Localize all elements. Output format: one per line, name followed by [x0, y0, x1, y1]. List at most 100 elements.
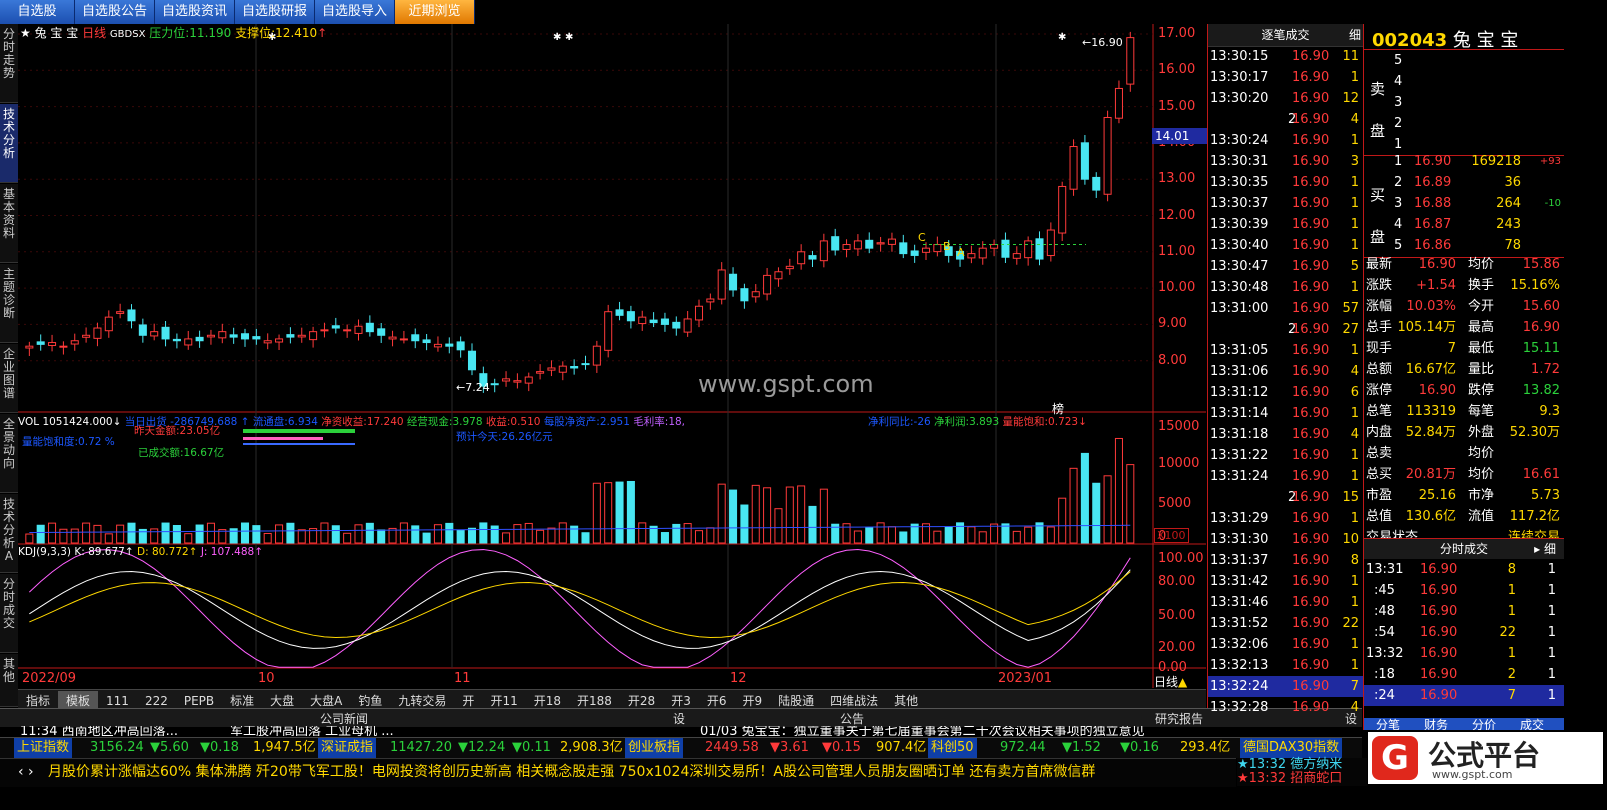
top-tab-3[interactable]: 自选股研报: [235, 0, 315, 24]
trade-row[interactable]: 13:31:22 16.90 1: [1208, 445, 1363, 466]
indicator-tab-8[interactable]: 钓鱼: [350, 691, 390, 709]
side-tab-3[interactable]: 主题诊断: [0, 264, 18, 343]
tab-research[interactable]: 研究报告: [1155, 710, 1203, 727]
trade-row[interactable]: 13:31:37 16.90 8: [1208, 550, 1363, 571]
side-tab-7[interactable]: 分时成交: [0, 574, 18, 653]
trade-row[interactable]: 2 16.90 15: [1208, 487, 1363, 508]
indicator-tab-18[interactable]: 陆股通: [770, 691, 822, 709]
minute-trade-row[interactable]: :18 16.90 2 1: [1364, 664, 1564, 685]
buy-row[interactable]: 4 16.87 243: [1386, 214, 1561, 235]
trade-row[interactable]: 13:31:24 16.90 1: [1208, 466, 1363, 487]
indicator-tab-14[interactable]: 开28: [620, 691, 663, 709]
trade-row[interactable]: 13:31:42 16.90 1: [1208, 571, 1363, 592]
indicator-tab-1[interactable]: 模板: [58, 691, 99, 709]
trade-row[interactable]: 13:32:13 16.90 1: [1208, 655, 1363, 676]
indicator-tab-19[interactable]: 四维战法: [822, 691, 886, 709]
minute-trade-row[interactable]: :24 16.90 7 1: [1364, 685, 1564, 706]
trade-list[interactable]: 13:30:15 16.90 11 13:30:17 16.90 1 13:30…: [1208, 46, 1363, 718]
right-tab-0[interactable]: 分笔: [1364, 718, 1412, 730]
trade-row[interactable]: 13:31:52 16.90 22: [1208, 613, 1363, 634]
side-tab-6[interactable]: 技术分析A: [0, 494, 18, 573]
index-dax-name[interactable]: 德国DAX30指数: [1240, 738, 1343, 758]
trade-row[interactable]: 13:30:39 16.90 1: [1208, 214, 1363, 235]
tab-company-news[interactable]: 公司新闻: [320, 710, 368, 727]
trade-row[interactable]: 13:31:06 16.90 4: [1208, 361, 1363, 382]
news-item-2[interactable]: 军工股冲高回落 工业母机 ...: [230, 726, 394, 736]
indicator-tab-4[interactable]: PEPB: [176, 691, 222, 709]
right-tab-3[interactable]: 成交: [1508, 718, 1556, 730]
trade-row[interactable]: 13:31:30 16.90 10: [1208, 529, 1363, 550]
chart-area[interactable]: ✱ ✱ ✱ ✱ ★ 兔 宝 宝 日线 GBDSX 压力位:11.190 支撑位:12.…: [18, 24, 1207, 690]
trade-row[interactable]: 2 16.90 27: [1208, 319, 1363, 340]
trade-row[interactable]: 13:32:06 16.90 1: [1208, 634, 1363, 655]
side-tab-8[interactable]: 其他: [0, 654, 18, 707]
ticker-text[interactable]: 月股价累计涨幅达60% 集体沸腾 歼20带飞军工股！电网投资将创历史新高 相关概…: [48, 759, 1095, 785]
ticker-arrows-icon[interactable]: ‹ ›: [18, 759, 34, 785]
buy-row[interactable]: 3 16.88 264 -10: [1386, 193, 1561, 214]
buy-row[interactable]: 1 16.90 169218 +93: [1386, 151, 1561, 172]
indicator-tab-7[interactable]: 大盘A: [302, 691, 350, 709]
trade-row[interactable]: 13:30:24 16.90 1: [1208, 130, 1363, 151]
top-tab-0[interactable]: 自选股: [0, 0, 75, 24]
news-settings-button[interactable]: 设: [673, 710, 685, 727]
news-item-3[interactable]: 01/03 兔宝宝：独立董事关于第七届董事会第二十次会议相关事项的独立意见: [700, 726, 1145, 736]
trade-row[interactable]: 13:32:24 16.90 7: [1208, 676, 1363, 697]
sell-row[interactable]: 2: [1386, 113, 1561, 134]
minute-trade-row[interactable]: :45 16.90 1 1: [1364, 580, 1564, 601]
trade-row[interactable]: 13:31:46 16.90 1: [1208, 592, 1363, 613]
trade-row[interactable]: 13:31:05 16.90 1: [1208, 340, 1363, 361]
indicator-tab-15[interactable]: 开3: [663, 691, 699, 709]
minute-trade-row[interactable]: :54 16.90 22 1: [1364, 622, 1564, 643]
right-tab-2[interactable]: 分价: [1460, 718, 1508, 730]
trade-row[interactable]: 2 16.90 4: [1208, 109, 1363, 130]
minute-trade-list[interactable]: 13:31 16.90 8 1 :45 16.90 1 1 :48 16.90 …: [1364, 559, 1564, 706]
index-sz-name[interactable]: 深证成指: [318, 738, 377, 758]
index-kc-name[interactable]: 科创50: [928, 738, 977, 758]
period-button[interactable]: 日线▲: [1154, 673, 1187, 690]
indicator-tab-13[interactable]: 开188: [569, 691, 620, 709]
buy-row[interactable]: 2 16.89 36: [1386, 172, 1561, 193]
trade-row[interactable]: 13:30:17 16.90 1: [1208, 67, 1363, 88]
top-tab-4[interactable]: 自选股导入: [315, 0, 395, 24]
news-item-1[interactable]: 11:34 西南地区冲高回落...: [20, 726, 178, 736]
side-tab-2[interactable]: 基本资料: [0, 184, 18, 263]
trade-row[interactable]: 13:32:28 16.90 4: [1208, 697, 1363, 718]
right-tab-1[interactable]: 财务: [1412, 718, 1460, 730]
top-tab-1[interactable]: 自选股公告: [75, 0, 155, 24]
ticker-right-1[interactable]: ★13:32 德方纳米: [1237, 758, 1367, 772]
sell-row[interactable]: 4: [1386, 71, 1561, 92]
trade-row[interactable]: 13:30:48 16.90 1: [1208, 277, 1363, 298]
trade-row[interactable]: 13:31:29 16.90 1: [1208, 508, 1363, 529]
sell-row[interactable]: 5: [1386, 50, 1561, 71]
trade-row[interactable]: 13:31:18 16.90 4: [1208, 424, 1363, 445]
trade-row[interactable]: 13:30:37 16.90 1: [1208, 193, 1363, 214]
trade-row[interactable]: 13:30:31 16.90 3: [1208, 151, 1363, 172]
trade-row[interactable]: 13:30:35 16.90 1: [1208, 172, 1363, 193]
index-cy-name[interactable]: 创业板指: [625, 738, 684, 758]
indicator-tab-12[interactable]: 开18: [526, 691, 569, 709]
side-tab-5[interactable]: 全景动向: [0, 414, 18, 493]
min-detail-button[interactable]: ▸ 细: [1534, 539, 1556, 559]
trade-detail-button[interactable]: 细: [1349, 24, 1361, 46]
minute-trade-row[interactable]: :48 16.90 1 1: [1364, 601, 1564, 622]
indicator-tab-2[interactable]: 111: [98, 691, 137, 709]
indicator-tab-0[interactable]: 指标: [18, 691, 58, 709]
sell-row[interactable]: 3: [1386, 92, 1561, 113]
trade-row[interactable]: 13:30:15 16.90 11: [1208, 46, 1363, 67]
buy-row[interactable]: 5 16.86 78: [1386, 235, 1561, 256]
indicator-tab-11[interactable]: 开11: [482, 691, 525, 709]
trade-row[interactable]: 13:30:40 16.90 1: [1208, 235, 1363, 256]
trade-row[interactable]: 13:31:00 16.90 57: [1208, 298, 1363, 319]
indicator-tab-16[interactable]: 开6: [699, 691, 735, 709]
trade-row[interactable]: 13:30:20 16.90 12: [1208, 88, 1363, 109]
indicator-tab-17[interactable]: 开9: [734, 691, 770, 709]
indicator-tab-3[interactable]: 222: [137, 691, 176, 709]
indicator-tab-9[interactable]: 九转交易: [390, 691, 454, 709]
trade-row[interactable]: 13:31:12 16.90 6: [1208, 382, 1363, 403]
minute-trade-row[interactable]: 13:31 16.90 8 1: [1364, 559, 1564, 580]
indicator-tab-20[interactable]: 其他: [886, 691, 926, 709]
tab-announcement[interactable]: 公告: [840, 710, 864, 727]
side-tab-1[interactable]: 技术分析: [0, 104, 18, 183]
indicator-tab-10[interactable]: 开: [454, 691, 482, 709]
trade-row[interactable]: 13:30:47 16.90 5: [1208, 256, 1363, 277]
